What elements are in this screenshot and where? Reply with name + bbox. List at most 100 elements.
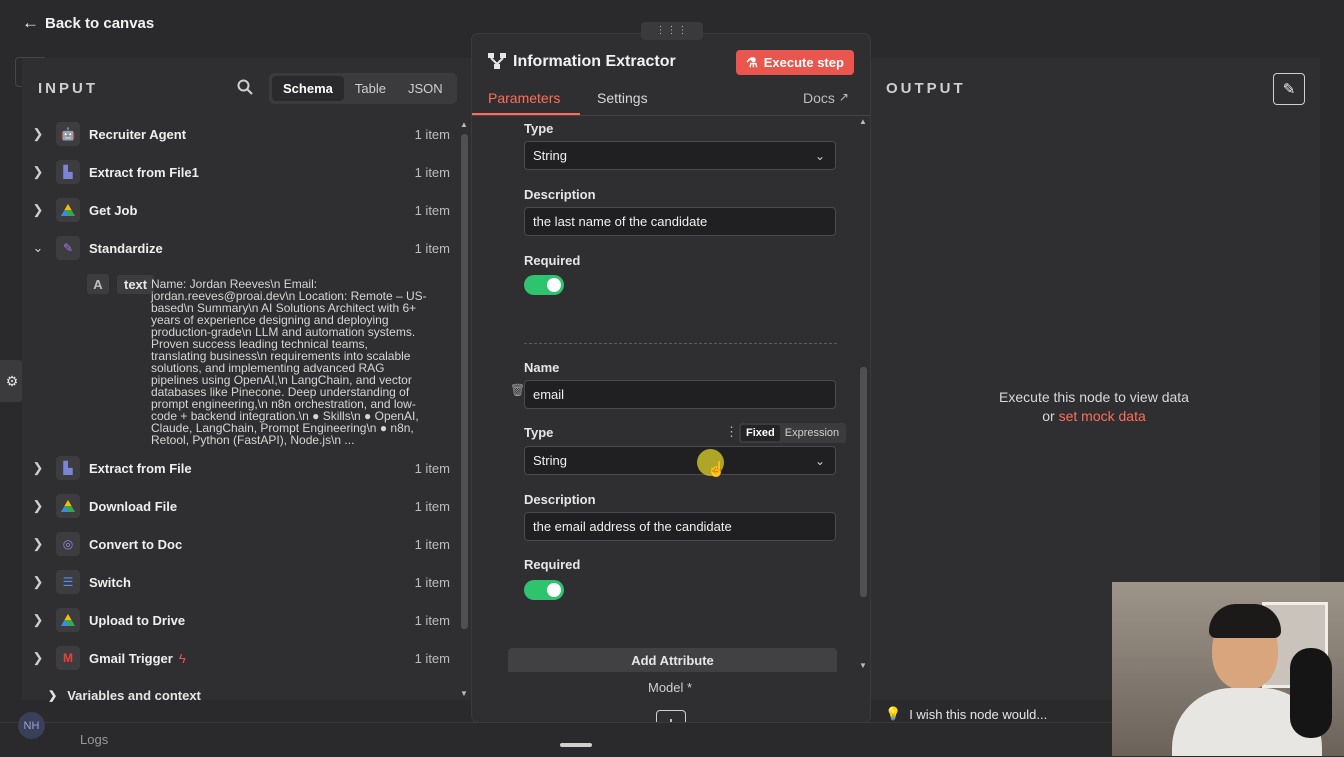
node-count: 1 item: [414, 164, 450, 180]
logs-bar: [0, 722, 1112, 757]
mode-expression[interactable]: Expression: [780, 425, 844, 441]
type-label: Type: [524, 425, 554, 440]
input-node-row[interactable]: ❯ Get Job 1 item: [30, 195, 450, 225]
description-value: the email address of the candidate: [533, 519, 732, 534]
drag-handle-icon[interactable]: ⋮⋮⋮: [641, 22, 703, 40]
file-extract-icon: ▙: [56, 456, 80, 480]
resize-handle[interactable]: [560, 743, 592, 747]
scroll-down-icon[interactable]: ▼: [460, 689, 468, 698]
input-node-row[interactable]: ❯ Download File 1 item: [30, 491, 450, 521]
field-name[interactable]: text: [117, 274, 155, 294]
fixed-expression-toggle: Fixed Expression: [739, 423, 847, 443]
google-drive-icon: [56, 608, 80, 632]
node-name: Convert to Doc: [89, 536, 183, 552]
type-value: String: [533, 148, 567, 163]
arrow-left-icon: ←: [22, 13, 39, 32]
input-scrollbar[interactable]: [461, 134, 468, 629]
node-count: 1 item: [414, 574, 450, 590]
external-link-icon: ↗: [838, 90, 849, 104]
description-input[interactable]: the last name of the candidate: [524, 207, 836, 236]
description-label: Description: [524, 187, 596, 202]
tab-divider: [472, 115, 870, 116]
set-mock-data-link[interactable]: set mock data: [1059, 408, 1146, 424]
tab-json[interactable]: JSON: [397, 76, 454, 101]
node-name: Switch: [89, 574, 131, 590]
view-tabs: Schema Table JSON: [269, 73, 457, 104]
tab-parameters[interactable]: Parameters: [488, 90, 560, 106]
node-settings-modal: [472, 34, 870, 722]
chevron-right-icon: ❯: [32, 536, 44, 551]
node-name: Upload to Drive: [89, 612, 186, 628]
back-to-canvas-link[interactable]: ← Back to canvas: [22, 13, 154, 33]
hand-cursor-icon: ☝: [707, 461, 726, 478]
pencil-icon: ✎: [1282, 81, 1296, 98]
search-icon[interactable]: [236, 78, 254, 96]
add-attribute-button[interactable]: Add Attribute: [508, 648, 837, 672]
chevron-down-icon: ⌄: [32, 240, 44, 255]
type-select[interactable]: String ⌄: [524, 446, 836, 475]
tab-schema[interactable]: Schema: [272, 76, 344, 101]
chevron-right-icon: ❯: [32, 164, 44, 179]
input-node-row[interactable]: ⌄ ✎ Standardize 1 item: [30, 233, 450, 263]
empty-state-or: or: [1042, 408, 1055, 424]
description-value: the last name of the candidate: [533, 214, 708, 229]
node-count: 1 item: [414, 202, 450, 218]
attribute-divider: [524, 343, 837, 344]
switch-icon: ☰: [56, 570, 80, 594]
node-name: Extract from File1: [89, 164, 199, 180]
robot-icon: 🤖: [56, 122, 80, 146]
scroll-down-icon[interactable]: ▼: [859, 661, 867, 670]
mode-fixed[interactable]: Fixed: [741, 425, 780, 441]
name-label: Name: [524, 360, 560, 375]
empty-state-text: Execute this node to view data: [999, 389, 1189, 405]
input-node-row[interactable]: ❯ ▙ Extract from File 1 item: [30, 453, 450, 483]
chevron-right-icon: ❯: [32, 574, 44, 589]
type-value: String: [533, 453, 567, 468]
execute-label: Execute step: [763, 55, 844, 70]
node-name: Extract from File: [89, 460, 192, 476]
output-empty-state: Execute this node to view data or set mo…: [960, 388, 1228, 426]
name-input[interactable]: email: [524, 380, 836, 409]
model-label: Model *: [648, 680, 693, 695]
input-node-row[interactable]: ❯ ▙ Extract from File1 1 item: [30, 157, 450, 187]
more-vertical-icon[interactable]: ⋮: [725, 424, 738, 440]
input-node-row[interactable]: ❯ 🤖 Recruiter Agent 1 item: [30, 119, 450, 149]
name-value: email: [533, 387, 565, 402]
chevron-right-icon: ❯: [32, 650, 44, 665]
avatar[interactable]: NH: [18, 712, 45, 739]
description-input[interactable]: the email address of the candidate: [524, 512, 836, 541]
tab-settings[interactable]: Settings: [597, 90, 648, 106]
side-drawer-icon[interactable]: ⚙: [0, 360, 24, 402]
webcam-overlay: [1112, 582, 1344, 756]
chevron-down-icon: ⌄: [814, 148, 825, 163]
docs-link[interactable]: Docs ↗: [803, 90, 849, 106]
input-node-row[interactable]: ❯ ◎ Convert to Doc 1 item: [30, 529, 450, 559]
variables-context-row[interactable]: ❯ Variables and context: [48, 688, 201, 703]
feedback-label: I wish this node would...: [909, 706, 1048, 722]
schema-field-label: A text: [87, 273, 155, 295]
input-node-row[interactable]: ❯ ☰ Switch 1 item: [30, 567, 450, 597]
modal-scrollbar[interactable]: [860, 367, 867, 597]
logs-label[interactable]: Logs: [80, 732, 108, 747]
required-toggle[interactable]: [524, 275, 564, 295]
scroll-up-icon[interactable]: ▲: [460, 120, 468, 129]
gmail-icon: M: [56, 646, 80, 670]
docs-label: Docs: [803, 90, 835, 106]
input-node-row[interactable]: ❯ M Gmail Trigger ϟ 1 item: [30, 643, 450, 673]
tab-table[interactable]: Table: [344, 76, 397, 101]
edit-output-button[interactable]: ✎: [1273, 73, 1305, 105]
input-node-row[interactable]: ❯ Upload to Drive 1 item: [30, 605, 450, 635]
field-value: Name: Jordan Reeves\n Email: jordan.reev…: [151, 278, 451, 446]
required-label: Required: [524, 557, 581, 572]
scroll-up-icon[interactable]: ▲: [859, 117, 867, 126]
variables-label: Variables and context: [67, 688, 201, 703]
node-count: 1 item: [414, 460, 450, 476]
trash-icon[interactable]: 🗑: [510, 383, 525, 397]
input-heading: INPUT: [38, 80, 98, 97]
node-count: 1 item: [414, 126, 450, 142]
type-select[interactable]: String ⌄: [524, 141, 836, 170]
node-name: Download File: [89, 498, 178, 514]
required-toggle[interactable]: [524, 580, 564, 600]
execute-step-button[interactable]: ⚗ Execute step: [736, 50, 854, 75]
feedback-prompt[interactable]: 💡 I wish this node would...: [885, 706, 1047, 722]
